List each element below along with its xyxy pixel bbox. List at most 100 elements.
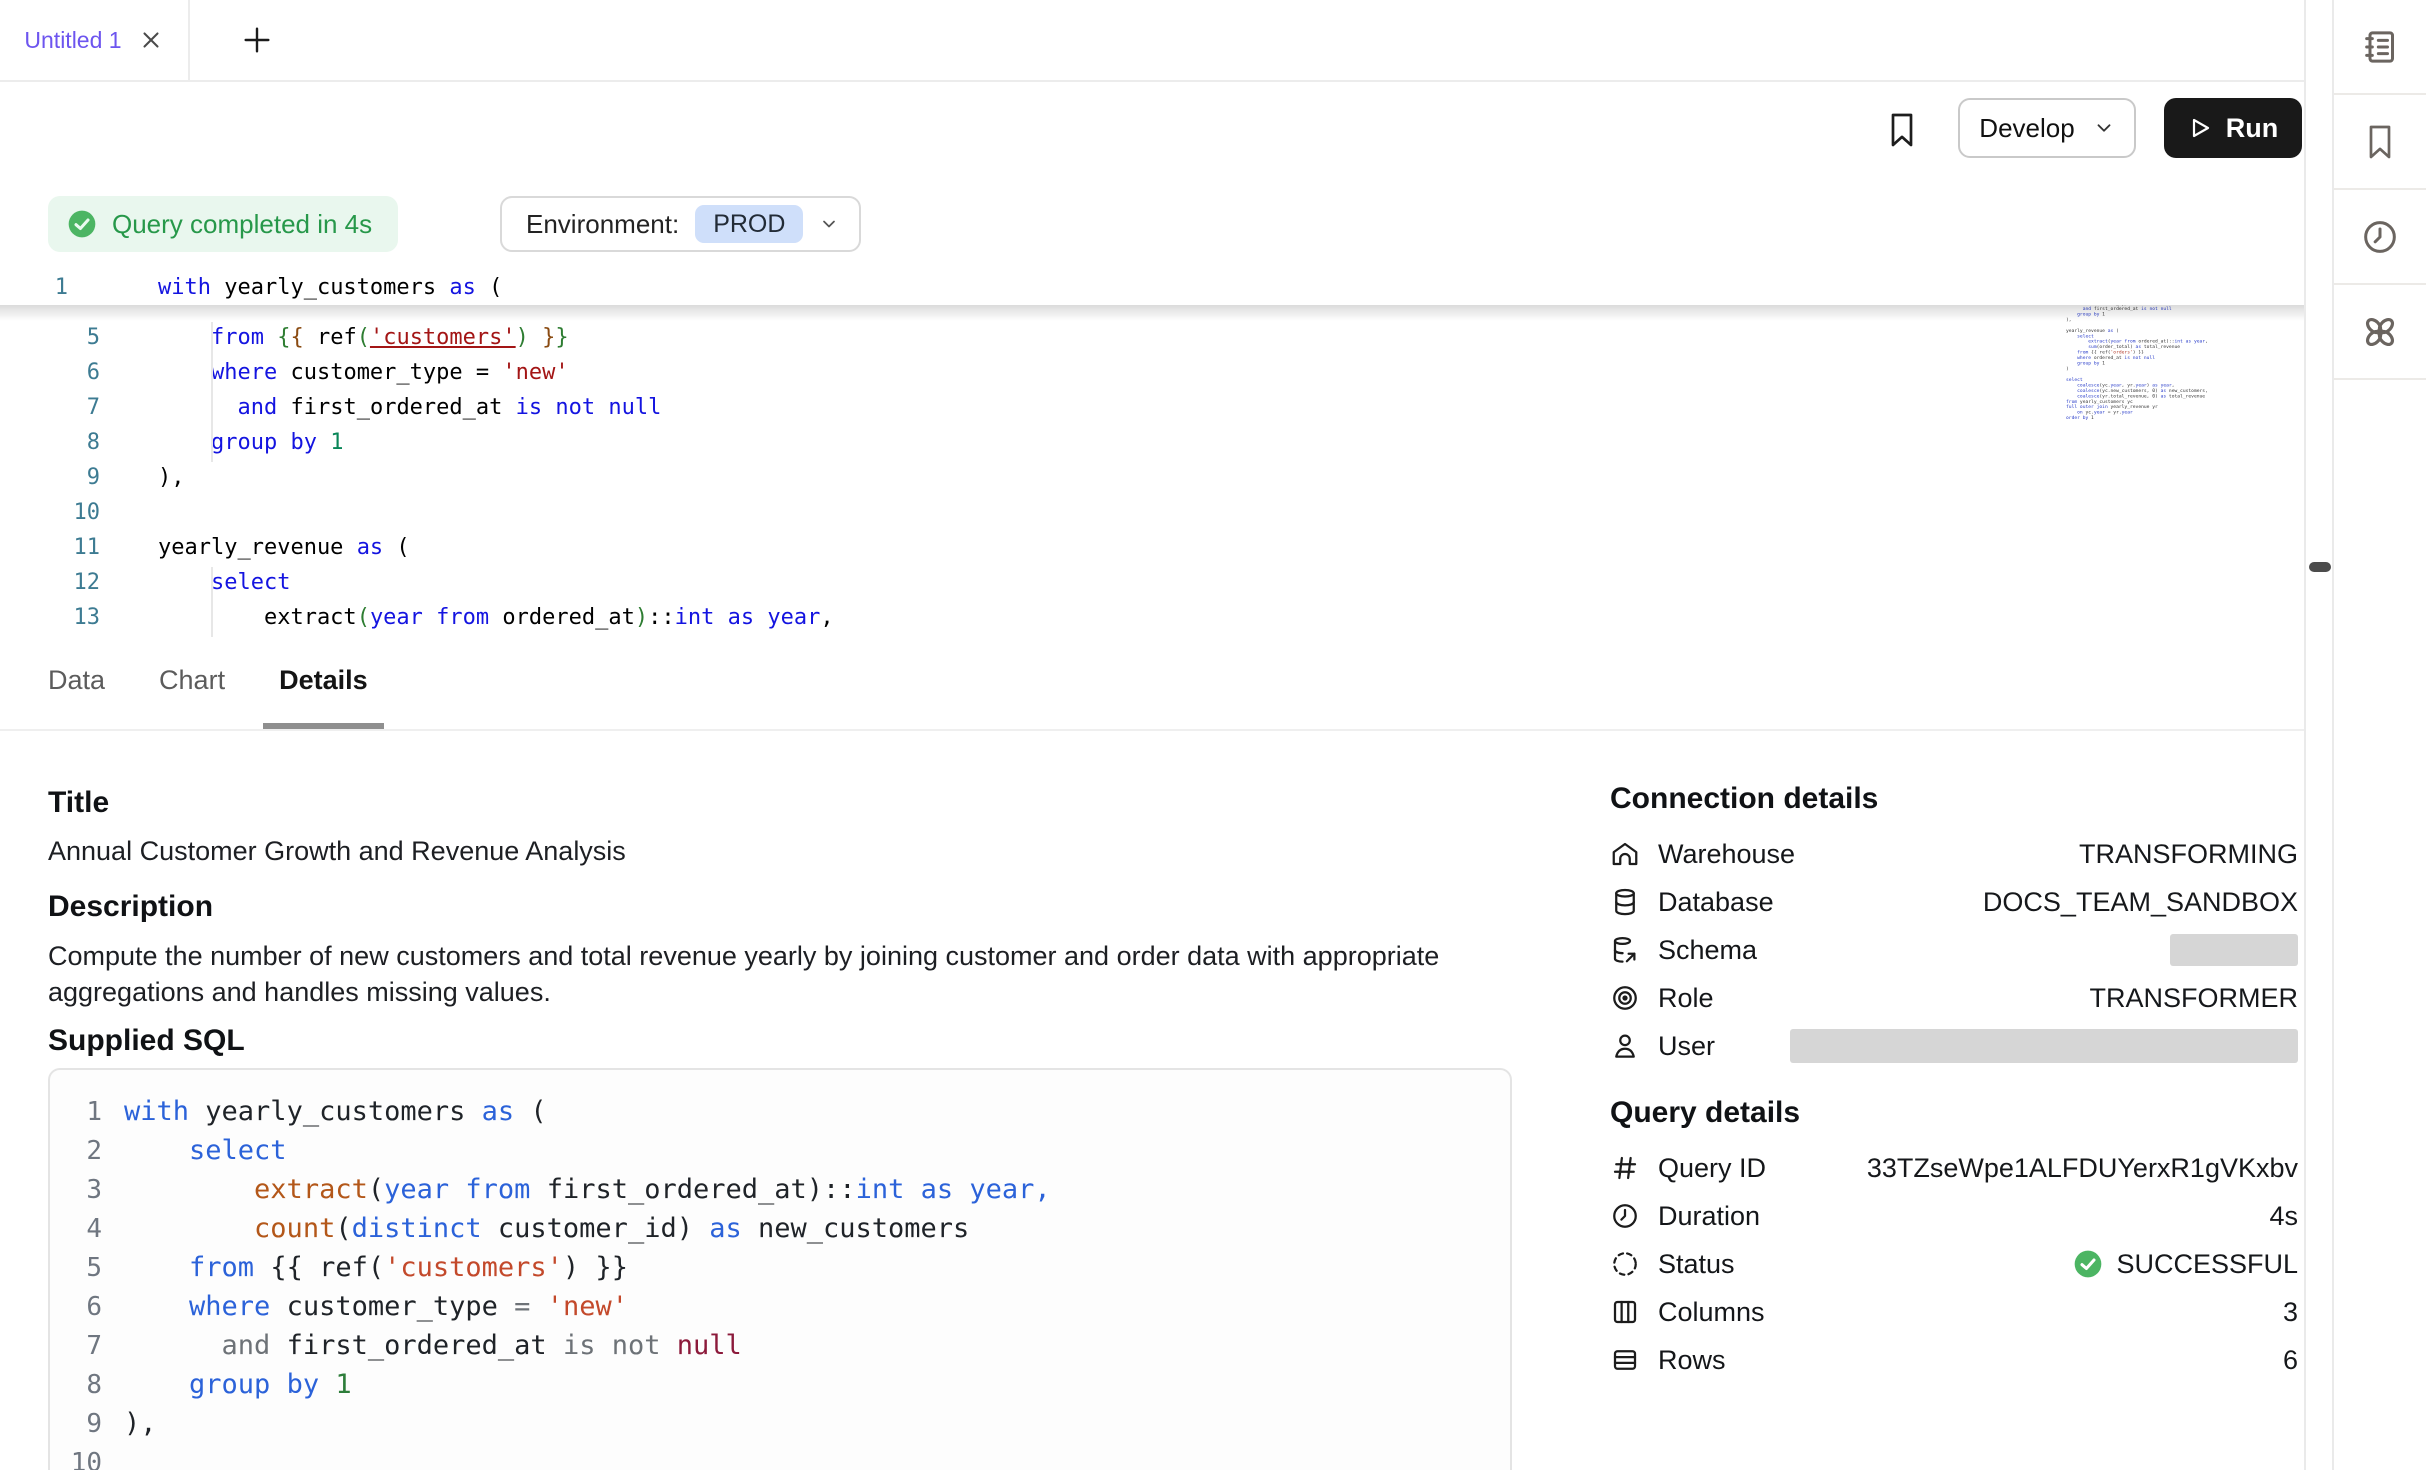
right-icon-sidebar (2334, 0, 2426, 1470)
line-number: 6 (50, 1292, 102, 1322)
close-icon[interactable] (138, 27, 164, 53)
detail-value: DOCS_TEAM_SANDBOX (1983, 887, 2298, 918)
sticky-scroll-shadow (0, 305, 2304, 321)
line-number: 1 (0, 275, 68, 300)
connection-detail-row: RoleTRANSFORMER (1610, 974, 2298, 1022)
code-line[interactable]: 9), (0, 460, 1800, 495)
notebook-icon (2360, 27, 2400, 67)
line-number: 3 (50, 1175, 102, 1205)
run-label: Run (2226, 113, 2278, 144)
editor-sticky-line[interactable]: 1with yearly_customers as ( (0, 270, 2304, 305)
user-icon (1610, 1030, 1642, 1062)
scrollbar-thumb[interactable] (2309, 562, 2331, 572)
sql-editor[interactable]: 1with yearly_customers as ( 5 from {{ re… (0, 270, 2304, 637)
bookmark-button[interactable] (1884, 110, 1920, 150)
detail-value: 4s (2269, 1201, 2298, 1232)
schema-icon (1610, 934, 1642, 966)
code-line: 4 count(distinct customer_id) as new_cus… (50, 1209, 1510, 1248)
code-text: ), (124, 1408, 157, 1439)
supplied-sql-heading: Supplied SQL (48, 1024, 245, 1058)
tab-untitled-1[interactable]: Untitled 1 (0, 0, 190, 80)
query-detail-row: Rows 6 (1610, 1336, 2298, 1384)
code-line[interactable]: 5 from {{ ref('customers') }} (0, 320, 1800, 355)
title-value: Annual Customer Growth and Revenue Analy… (48, 836, 626, 867)
code-line: 3 extract(year from first_ordered_at)::i… (50, 1170, 1510, 1209)
indent-guide (211, 567, 213, 637)
description-text: Compute the number of new customers and … (48, 938, 1508, 1010)
connection-detail-row: User (1610, 1022, 2298, 1070)
code-text: from {{ ref('customers') }} (124, 1252, 628, 1283)
new-tab-button[interactable] (226, 0, 288, 80)
line-number: 10 (50, 1448, 102, 1470)
detail-value (2170, 934, 2298, 966)
environment-value-badge: PROD (695, 205, 803, 243)
detail-value-text: TRANSFORMER (2090, 983, 2299, 1014)
editor-code-area[interactable]: 5 from {{ ref('customers') }}6 where cus… (0, 320, 1800, 635)
code-line[interactable]: 7 and first_ordered_at is not null (0, 390, 1800, 425)
detail-value-text: 3 (2283, 1297, 2298, 1328)
code-line[interactable]: 10 (0, 495, 1800, 530)
hash-icon (1610, 1152, 1642, 1184)
tab-data-label: Data (48, 665, 105, 696)
detail-value: SUCCESSFUL (2072, 1248, 2298, 1280)
line-number: 9 (50, 1409, 102, 1439)
code-text: extract(year from ordered_at)::int as ye… (158, 605, 834, 630)
tab-details[interactable]: Details (263, 637, 384, 729)
indent-guide (211, 322, 213, 462)
sidebar-button-lineage[interactable] (2334, 285, 2426, 380)
tab-chart[interactable]: Chart (143, 637, 241, 729)
develop-label: Develop (1979, 113, 2074, 144)
sidebar-button-bookmark[interactable] (2334, 95, 2426, 190)
detail-value: TRANSFORMING (2079, 839, 2298, 870)
role-icon (1610, 982, 1642, 1014)
sidebar-button-history[interactable] (2334, 190, 2426, 285)
code-text: select (158, 570, 290, 595)
line-number: 13 (0, 605, 100, 630)
detail-label: Duration (1658, 1201, 1760, 1232)
detail-label: Rows (1658, 1345, 1726, 1376)
detail-label: Schema (1658, 935, 1757, 966)
detail-label: Warehouse (1658, 839, 1795, 870)
history-icon (2360, 217, 2400, 257)
code-line[interactable]: 13 extract(year from ordered_at)::int as… (0, 600, 1800, 635)
detail-value: 3 (2283, 1297, 2298, 1328)
sidebar-button-notebook[interactable] (2334, 0, 2426, 95)
columns-icon (1610, 1296, 1642, 1328)
editor-minimap[interactable]: with yearly_customers as ( select extrac… (2066, 273, 2266, 603)
detail-value (1790, 1029, 2298, 1063)
code-text: ), (158, 465, 185, 490)
code-line: 2 select (50, 1131, 1510, 1170)
code-text: group by 1 (124, 1369, 352, 1400)
code-line[interactable]: 11yearly_revenue as ( (0, 530, 1800, 565)
line-number: 8 (0, 430, 100, 455)
supplied-sql-code: 1with yearly_customers as (2 select3 ext… (50, 1092, 1510, 1470)
detail-value: 6 (2283, 1345, 2298, 1376)
connection-details-list: WarehouseTRANSFORMINGDatabaseDOCS_TEAM_S… (1610, 830, 2298, 1070)
detail-value-text: 4s (2269, 1201, 2298, 1232)
line-number: 10 (0, 500, 100, 525)
develop-dropdown[interactable]: Develop (1958, 98, 2136, 158)
detail-value-text: SUCCESSFUL (2116, 1249, 2298, 1280)
warehouse-icon (1610, 838, 1642, 870)
line-number: 7 (0, 395, 100, 420)
line-number: 6 (0, 360, 100, 385)
code-text: from {{ ref('customers') }} (158, 325, 569, 350)
code-line[interactable]: 8 group by 1 (0, 425, 1800, 460)
code-text: and first_ordered_at is not null (158, 395, 661, 420)
connection-detail-row: Warehouse TRANSFORMING (1610, 830, 2298, 878)
environment-label: Environment: (526, 209, 679, 240)
vertical-scrollbar[interactable] (2304, 0, 2334, 1470)
code-text: with yearly_customers as ( (124, 1096, 547, 1127)
code-line[interactable]: 6 where customer_type = 'new' (0, 355, 1800, 390)
description-heading: Description (48, 890, 213, 924)
code-text: where customer_type = 'new' (158, 360, 569, 385)
code-text: yearly_revenue as ( (158, 535, 410, 560)
results-tabbar: Data Chart Details (0, 637, 2304, 731)
query-status-text: Query completed in 4s (112, 209, 372, 240)
run-button[interactable]: Run (2164, 98, 2302, 158)
code-text: and first_ordered_at is not null (124, 1330, 742, 1361)
code-line[interactable]: 12 select (0, 565, 1800, 600)
environment-selector[interactable]: Environment: PROD (500, 196, 861, 252)
line-number: 8 (50, 1370, 102, 1400)
tab-data[interactable]: Data (32, 637, 121, 729)
